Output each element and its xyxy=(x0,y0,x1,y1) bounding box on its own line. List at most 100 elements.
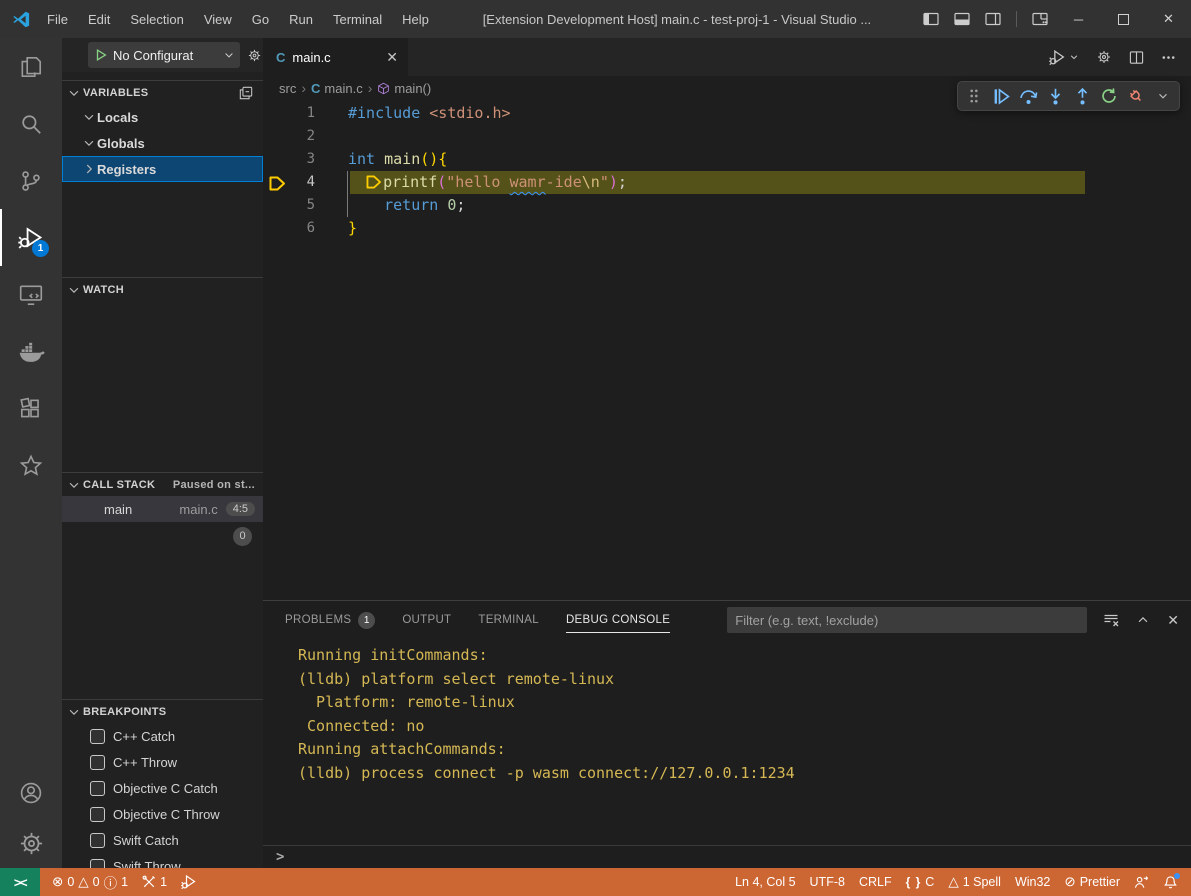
collapse-all-icon[interactable] xyxy=(239,86,253,100)
gutter[interactable]: 1 xyxy=(263,102,348,125)
debug-continue-button[interactable] xyxy=(988,83,1014,109)
call-stack-section-header[interactable]: CALL STACK Paused on st... xyxy=(62,472,263,496)
debug-console-output[interactable]: Running initCommands:(lldb) platform sel… xyxy=(263,639,1191,845)
close-button[interactable]: ✕ xyxy=(1146,0,1191,38)
spell-checker-status[interactable]: △1 Spell xyxy=(941,874,1008,890)
menu-view[interactable]: View xyxy=(194,0,242,38)
gutter[interactable]: 3 xyxy=(263,148,348,171)
breakpoint-item[interactable]: Objective C Throw xyxy=(62,801,263,827)
cursor-position[interactable]: Ln 4, Col 5 xyxy=(728,875,802,889)
activity-bar-item-docker[interactable] xyxy=(0,323,62,380)
breakpoint-checkbox[interactable] xyxy=(90,807,105,822)
watch-section-header[interactable]: WATCH xyxy=(62,277,263,301)
breadcrumb-symbol[interactable]: main() xyxy=(377,81,431,96)
breakpoint-checkbox[interactable] xyxy=(90,859,105,869)
debug-config-dropdown[interactable]: No Configurat xyxy=(88,42,240,68)
activity-bar-item-settings[interactable] xyxy=(0,818,62,868)
activity-bar-item-account[interactable] xyxy=(0,768,62,818)
debug-more[interactable] xyxy=(1150,83,1176,109)
feedback-button[interactable] xyxy=(1127,875,1156,890)
more-actions-icon[interactable] xyxy=(1161,50,1176,65)
debug-step-into-button[interactable] xyxy=(1042,83,1068,109)
menu-run[interactable]: Run xyxy=(279,0,323,38)
toggle-sidebar-icon[interactable] xyxy=(923,12,939,26)
breakpoint-checkbox[interactable] xyxy=(90,781,105,796)
activity-bar-item-star[interactable] xyxy=(0,437,62,494)
activity-bar-item-run-and-debug[interactable]: 1 xyxy=(0,209,62,266)
maximize-panel-icon[interactable] xyxy=(1136,613,1150,627)
breakpoint-checkbox[interactable] xyxy=(90,833,105,848)
breakpoint-item[interactable]: C++ Throw xyxy=(62,749,263,775)
maximize-button[interactable] xyxy=(1101,0,1146,38)
clear-console-icon[interactable] xyxy=(1103,612,1119,628)
platform-indicator[interactable]: Win32 xyxy=(1008,875,1057,889)
breakpoint-item[interactable]: Objective C Catch xyxy=(62,775,263,801)
gutter[interactable]: 2 xyxy=(263,125,348,148)
eol-indicator[interactable]: CRLF xyxy=(852,875,899,889)
toggle-secondary-sidebar-icon[interactable] xyxy=(985,12,1001,26)
menu-help[interactable]: Help xyxy=(392,0,439,38)
gutter[interactable]: 5 xyxy=(263,194,348,217)
activity-bar-item-search[interactable] xyxy=(0,95,62,152)
close-tab-icon[interactable]: ✕ xyxy=(386,49,398,66)
console-filter-input[interactable] xyxy=(727,607,1087,633)
variables-section-header[interactable]: VARIABLES xyxy=(62,80,263,104)
minimize-button[interactable]: ─ xyxy=(1056,0,1101,38)
menu-file[interactable]: File xyxy=(37,0,78,38)
breadcrumb-folder[interactable]: src xyxy=(279,81,296,96)
code-line-4[interactable]: 4 printf("hello wamr-ide\n"); xyxy=(263,171,1191,194)
tools-status[interactable]: 1 xyxy=(135,875,174,889)
debug-step-over-button[interactable] xyxy=(1015,83,1041,109)
panel-tab-problems[interactable]: PROBLEMS1 xyxy=(285,601,375,639)
debug-console-input[interactable]: > xyxy=(263,845,1191,868)
menu-terminal[interactable]: Terminal xyxy=(323,0,392,38)
debug-restart-button[interactable] xyxy=(1096,83,1122,109)
breakpoint-checkbox[interactable] xyxy=(90,729,105,744)
code-line-3[interactable]: 3int main(){ xyxy=(263,148,1191,171)
breakpoint-item[interactable]: C++ Catch xyxy=(62,723,263,749)
notifications-button[interactable] xyxy=(1156,875,1185,890)
remote-indicator[interactable]: >< xyxy=(0,868,40,896)
split-editor-icon[interactable] xyxy=(1129,50,1144,65)
toggle-panel-icon[interactable] xyxy=(954,12,970,26)
editor-settings-gear-icon[interactable] xyxy=(1096,49,1112,65)
code-editor[interactable]: 1#include <stdio.h>23int main(){4 printf… xyxy=(263,100,1191,600)
breakpoint-item[interactable]: Swift Throw xyxy=(62,853,263,868)
activity-bar-item-remote-explorer[interactable] xyxy=(0,266,62,323)
activity-bar-item-explorer[interactable] xyxy=(0,38,62,95)
debug-status[interactable] xyxy=(174,874,204,890)
tab-main-c[interactable]: C main.c ✕ xyxy=(263,38,408,76)
variables-item-locals[interactable]: Locals xyxy=(62,104,263,130)
code-line-6[interactable]: 6} xyxy=(263,217,1191,240)
encoding-indicator[interactable]: UTF-8 xyxy=(803,875,852,889)
debug-disconnect-button[interactable] xyxy=(1123,83,1149,109)
close-panel-icon[interactable]: ✕ xyxy=(1167,612,1179,629)
gutter[interactable]: 6 xyxy=(263,217,348,240)
breadcrumb-file[interactable]: Cmain.c xyxy=(311,81,363,96)
panel-tab-terminal[interactable]: TERMINAL xyxy=(478,601,539,639)
breakpoint-item[interactable]: Swift Catch xyxy=(62,827,263,853)
activity-bar-item-source-control[interactable] xyxy=(0,152,62,209)
code-line-2[interactable]: 2 xyxy=(263,125,1191,148)
activity-bar-item-extensions[interactable] xyxy=(0,380,62,437)
menu-edit[interactable]: Edit xyxy=(78,0,120,38)
debug-step-out-button[interactable] xyxy=(1069,83,1095,109)
call-stack-frame-row[interactable]: main main.c 4:5 xyxy=(62,496,263,522)
panel-tab-output[interactable]: OUTPUT xyxy=(402,601,451,639)
problems-status[interactable]: ⊗0 △0 ⓘ1 xyxy=(45,872,135,892)
breakpoints-section-header[interactable]: BREAKPOINTS xyxy=(62,699,263,723)
formatter-indicator[interactable]: ⊘Prettier xyxy=(1057,874,1127,890)
debug-drag-handle[interactable] xyxy=(961,83,987,109)
variables-item-registers[interactable]: Registers xyxy=(62,156,263,182)
variables-item-globals[interactable]: Globals xyxy=(62,130,263,156)
panel-tab-debug-console[interactable]: DEBUG CONSOLE xyxy=(566,601,670,639)
gutter[interactable]: 4 xyxy=(263,171,348,194)
run-or-debug-button[interactable] xyxy=(1049,49,1079,66)
menu-selection[interactable]: Selection xyxy=(120,0,193,38)
customize-layout-icon[interactable] xyxy=(1032,12,1048,26)
debug-settings-gear-icon[interactable] xyxy=(247,48,262,63)
menu-go[interactable]: Go xyxy=(242,0,279,38)
breakpoint-checkbox[interactable] xyxy=(90,755,105,770)
code-line-5[interactable]: 5 return 0; xyxy=(263,194,1191,217)
language-mode[interactable]: { }C xyxy=(899,875,942,889)
